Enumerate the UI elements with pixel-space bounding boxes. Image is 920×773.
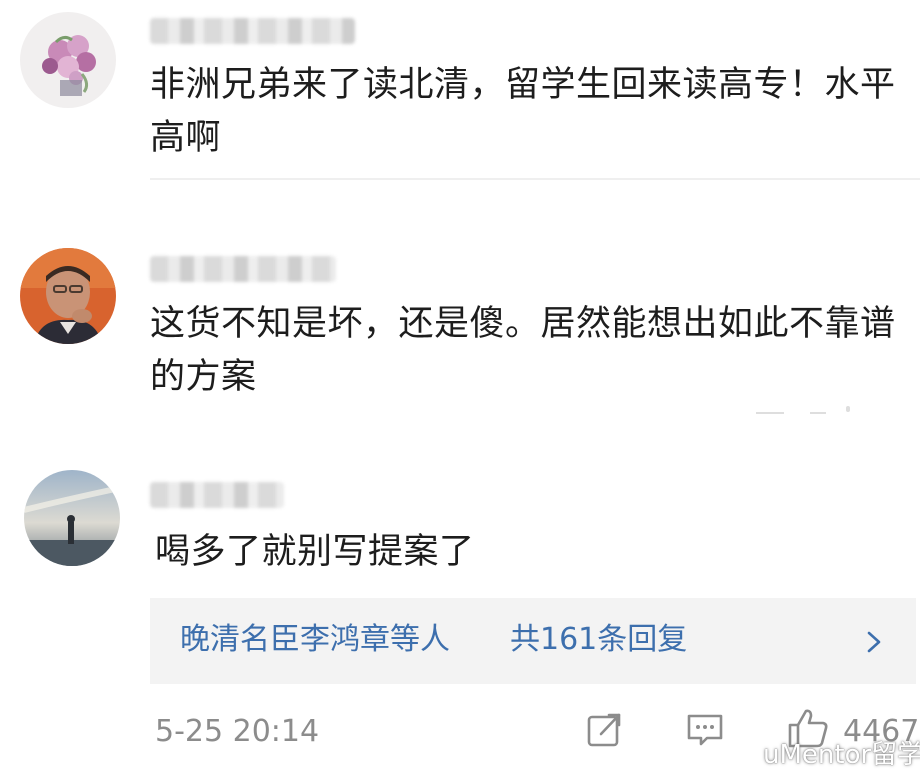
- comment-item-1: 非洲兄弟来了读北清，留学生回来读高专！水平 高啊: [0, 0, 920, 180]
- comment-timestamp: 5-25 20:14: [155, 714, 320, 749]
- comment-text-line: 高啊: [150, 118, 222, 158]
- silhouette-sunset-avatar-icon: [24, 470, 120, 566]
- flower-bouquet-avatar-icon: [20, 12, 116, 108]
- watermark-text: uMentor留学: [763, 740, 920, 770]
- watermark: uMentor留学: [730, 738, 920, 772]
- chevron-right-icon: [867, 631, 881, 653]
- share-icon[interactable]: [585, 710, 625, 750]
- weibo-logo-icon: [730, 744, 758, 767]
- faint-action-bar: [750, 404, 860, 418]
- comment-text-line: 这货不知是坏，还是傻。居然能想出如此不靠谱: [150, 304, 896, 344]
- comment-text: 喝多了就别写提案了: [155, 526, 905, 579]
- username-blurred[interactable]: [150, 18, 355, 44]
- reply-preview[interactable]: 晚清名臣李鸿章等人 共161条回复: [150, 598, 916, 684]
- comment-text-line: 喝多了就别写提案了: [155, 532, 475, 572]
- comment-icon[interactable]: [685, 710, 725, 750]
- comment-text-line: 非洲兄弟来了读北清，留学生回来读高专！水平: [150, 65, 896, 105]
- man-portrait-avatar-icon: [20, 248, 116, 344]
- comment-text-line: 的方案: [150, 357, 257, 397]
- comment-text: 非洲兄弟来了读北清，留学生回来读高专！水平 高啊: [150, 59, 900, 165]
- username-blurred[interactable]: [150, 482, 284, 508]
- user-avatar[interactable]: [20, 12, 116, 108]
- comment-text: 这货不知是坏，还是傻。居然能想出如此不靠谱 的方案: [150, 298, 900, 404]
- user-avatar[interactable]: [20, 248, 116, 344]
- reply-count-link[interactable]: 共161条回复: [510, 618, 687, 662]
- user-avatar[interactable]: [24, 470, 120, 566]
- username-blurred[interactable]: [150, 256, 336, 282]
- comment-item-2: 这货不知是坏，还是傻。居然能想出如此不靠谱 的方案: [0, 180, 920, 430]
- reply-names-link[interactable]: 晚清名臣李鸿章等人: [180, 618, 450, 662]
